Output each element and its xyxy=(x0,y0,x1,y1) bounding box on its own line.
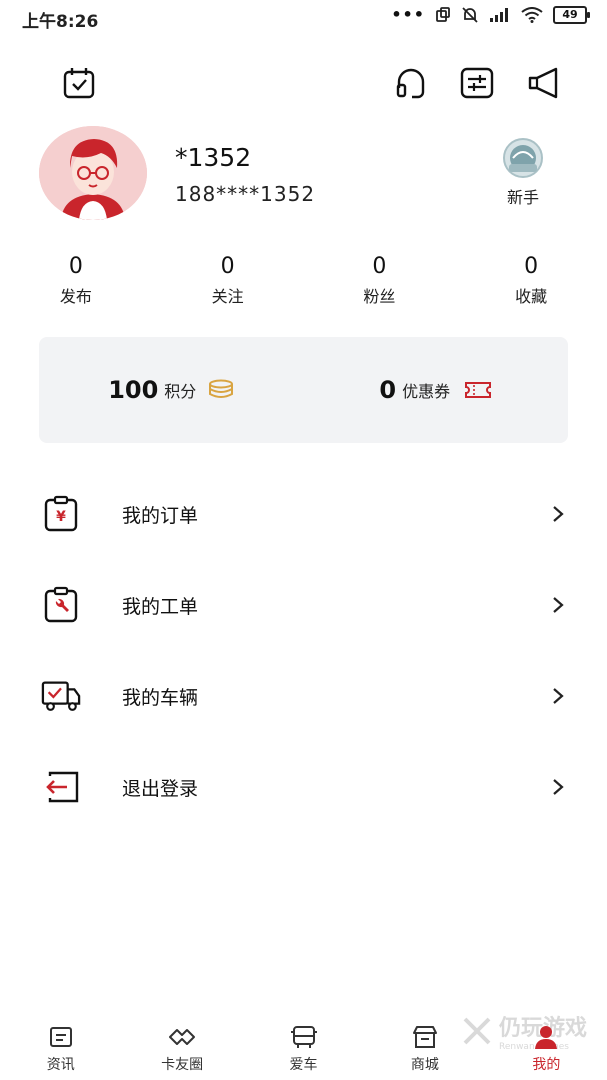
points-value: 100 xyxy=(108,376,159,404)
stat-value: 0 xyxy=(372,254,387,279)
chevron-right-icon xyxy=(548,686,568,706)
points-entry[interactable]: 100 积分 xyxy=(39,337,304,443)
status-time: 上午8:26 xyxy=(22,12,99,32)
stat-label: 收藏 xyxy=(515,287,548,306)
bus-icon xyxy=(289,1022,319,1052)
menu-label: 我的车辆 xyxy=(122,686,199,709)
menu-logout[interactable]: 退出登录 xyxy=(0,757,607,817)
tab-label: 爱车 xyxy=(289,1057,318,1073)
menu-my-work-orders[interactable]: 我的工单 xyxy=(0,575,607,635)
truck-check-icon xyxy=(41,676,81,716)
speaker-icon[interactable] xyxy=(523,63,563,103)
level-badge[interactable]: 新手 xyxy=(493,138,553,208)
stat-label: 发布 xyxy=(59,287,92,306)
tab-my-car[interactable]: 爱车 xyxy=(243,1018,364,1080)
menu-label: 退出登录 xyxy=(122,777,199,800)
more-dots-icon: ••• xyxy=(391,5,425,24)
user-phone: 188****1352 xyxy=(175,182,316,206)
stats-row: 0 发布 0 关注 0 粉丝 0 收藏 xyxy=(0,253,607,307)
ticket-icon xyxy=(465,382,492,398)
stat-label: 粉丝 xyxy=(363,287,396,306)
tab-label: 商城 xyxy=(410,1057,439,1073)
stat-following[interactable]: 0 关注 xyxy=(152,253,304,307)
menu-my-vehicles[interactable]: 我的车辆 xyxy=(0,666,607,726)
svg-text:¥: ¥ xyxy=(56,509,66,525)
points-label: 积分 xyxy=(164,382,197,401)
bottom-tab-bar: 资讯 卡友圈 爱车 商城 我的 xyxy=(0,1018,607,1080)
stat-posts[interactable]: 0 发布 xyxy=(0,253,152,307)
tab-shop[interactable]: 商城 xyxy=(364,1018,485,1080)
coupon-value: 0 xyxy=(379,376,397,404)
logout-icon xyxy=(41,767,81,807)
coupon-label: 优惠券 xyxy=(402,382,451,401)
status-icons: ••• 49 xyxy=(391,5,590,24)
battery-indicator: 49 xyxy=(553,5,590,24)
level-medal-icon xyxy=(503,138,543,178)
wifi-icon xyxy=(521,6,543,23)
nfc-icon xyxy=(436,6,450,22)
tab-label: 资讯 xyxy=(46,1057,75,1073)
coins-icon xyxy=(209,379,234,398)
chevron-right-icon xyxy=(548,504,568,524)
coupons-entry[interactable]: 0 优惠券 xyxy=(304,337,569,443)
stat-favorites[interactable]: 0 收藏 xyxy=(455,253,607,307)
news-icon xyxy=(46,1022,76,1052)
stat-value: 0 xyxy=(220,254,235,279)
tab-label: 卡友圈 xyxy=(161,1057,204,1073)
wallet-card: 100 积分 0 优惠券 xyxy=(39,337,568,443)
headset-icon[interactable] xyxy=(391,63,431,103)
handshake-icon xyxy=(167,1022,197,1052)
tab-trucker-circle[interactable]: 卡友圈 xyxy=(121,1018,242,1080)
mute-bell-icon xyxy=(462,6,478,23)
menu-label: 我的工单 xyxy=(122,595,199,618)
tab-mine[interactable]: 我的 xyxy=(486,1018,607,1080)
signal-icon xyxy=(490,7,508,22)
order-clipboard-icon: ¥ xyxy=(41,494,81,534)
work-order-wrench-icon xyxy=(41,585,81,625)
stat-value: 0 xyxy=(68,254,83,279)
menu-my-orders[interactable]: ¥ 我的订单 xyxy=(0,484,607,544)
tab-label: 我的 xyxy=(532,1057,561,1073)
calendar-check-icon[interactable] xyxy=(59,63,99,103)
shop-icon xyxy=(410,1022,440,1052)
level-label: 新手 xyxy=(506,188,539,207)
user-nickname: *1352 xyxy=(175,143,252,172)
stat-label: 关注 xyxy=(211,287,244,306)
chevron-right-icon xyxy=(548,595,568,615)
stat-value: 0 xyxy=(524,254,539,279)
stat-followers[interactable]: 0 粉丝 xyxy=(304,253,456,307)
tab-news[interactable]: 资讯 xyxy=(0,1018,121,1080)
chevron-right-icon xyxy=(548,777,568,797)
settings-sliders-icon[interactable] xyxy=(457,63,497,103)
menu-label: 我的订单 xyxy=(122,504,199,527)
avatar[interactable] xyxy=(39,126,147,220)
user-icon xyxy=(531,1022,561,1052)
